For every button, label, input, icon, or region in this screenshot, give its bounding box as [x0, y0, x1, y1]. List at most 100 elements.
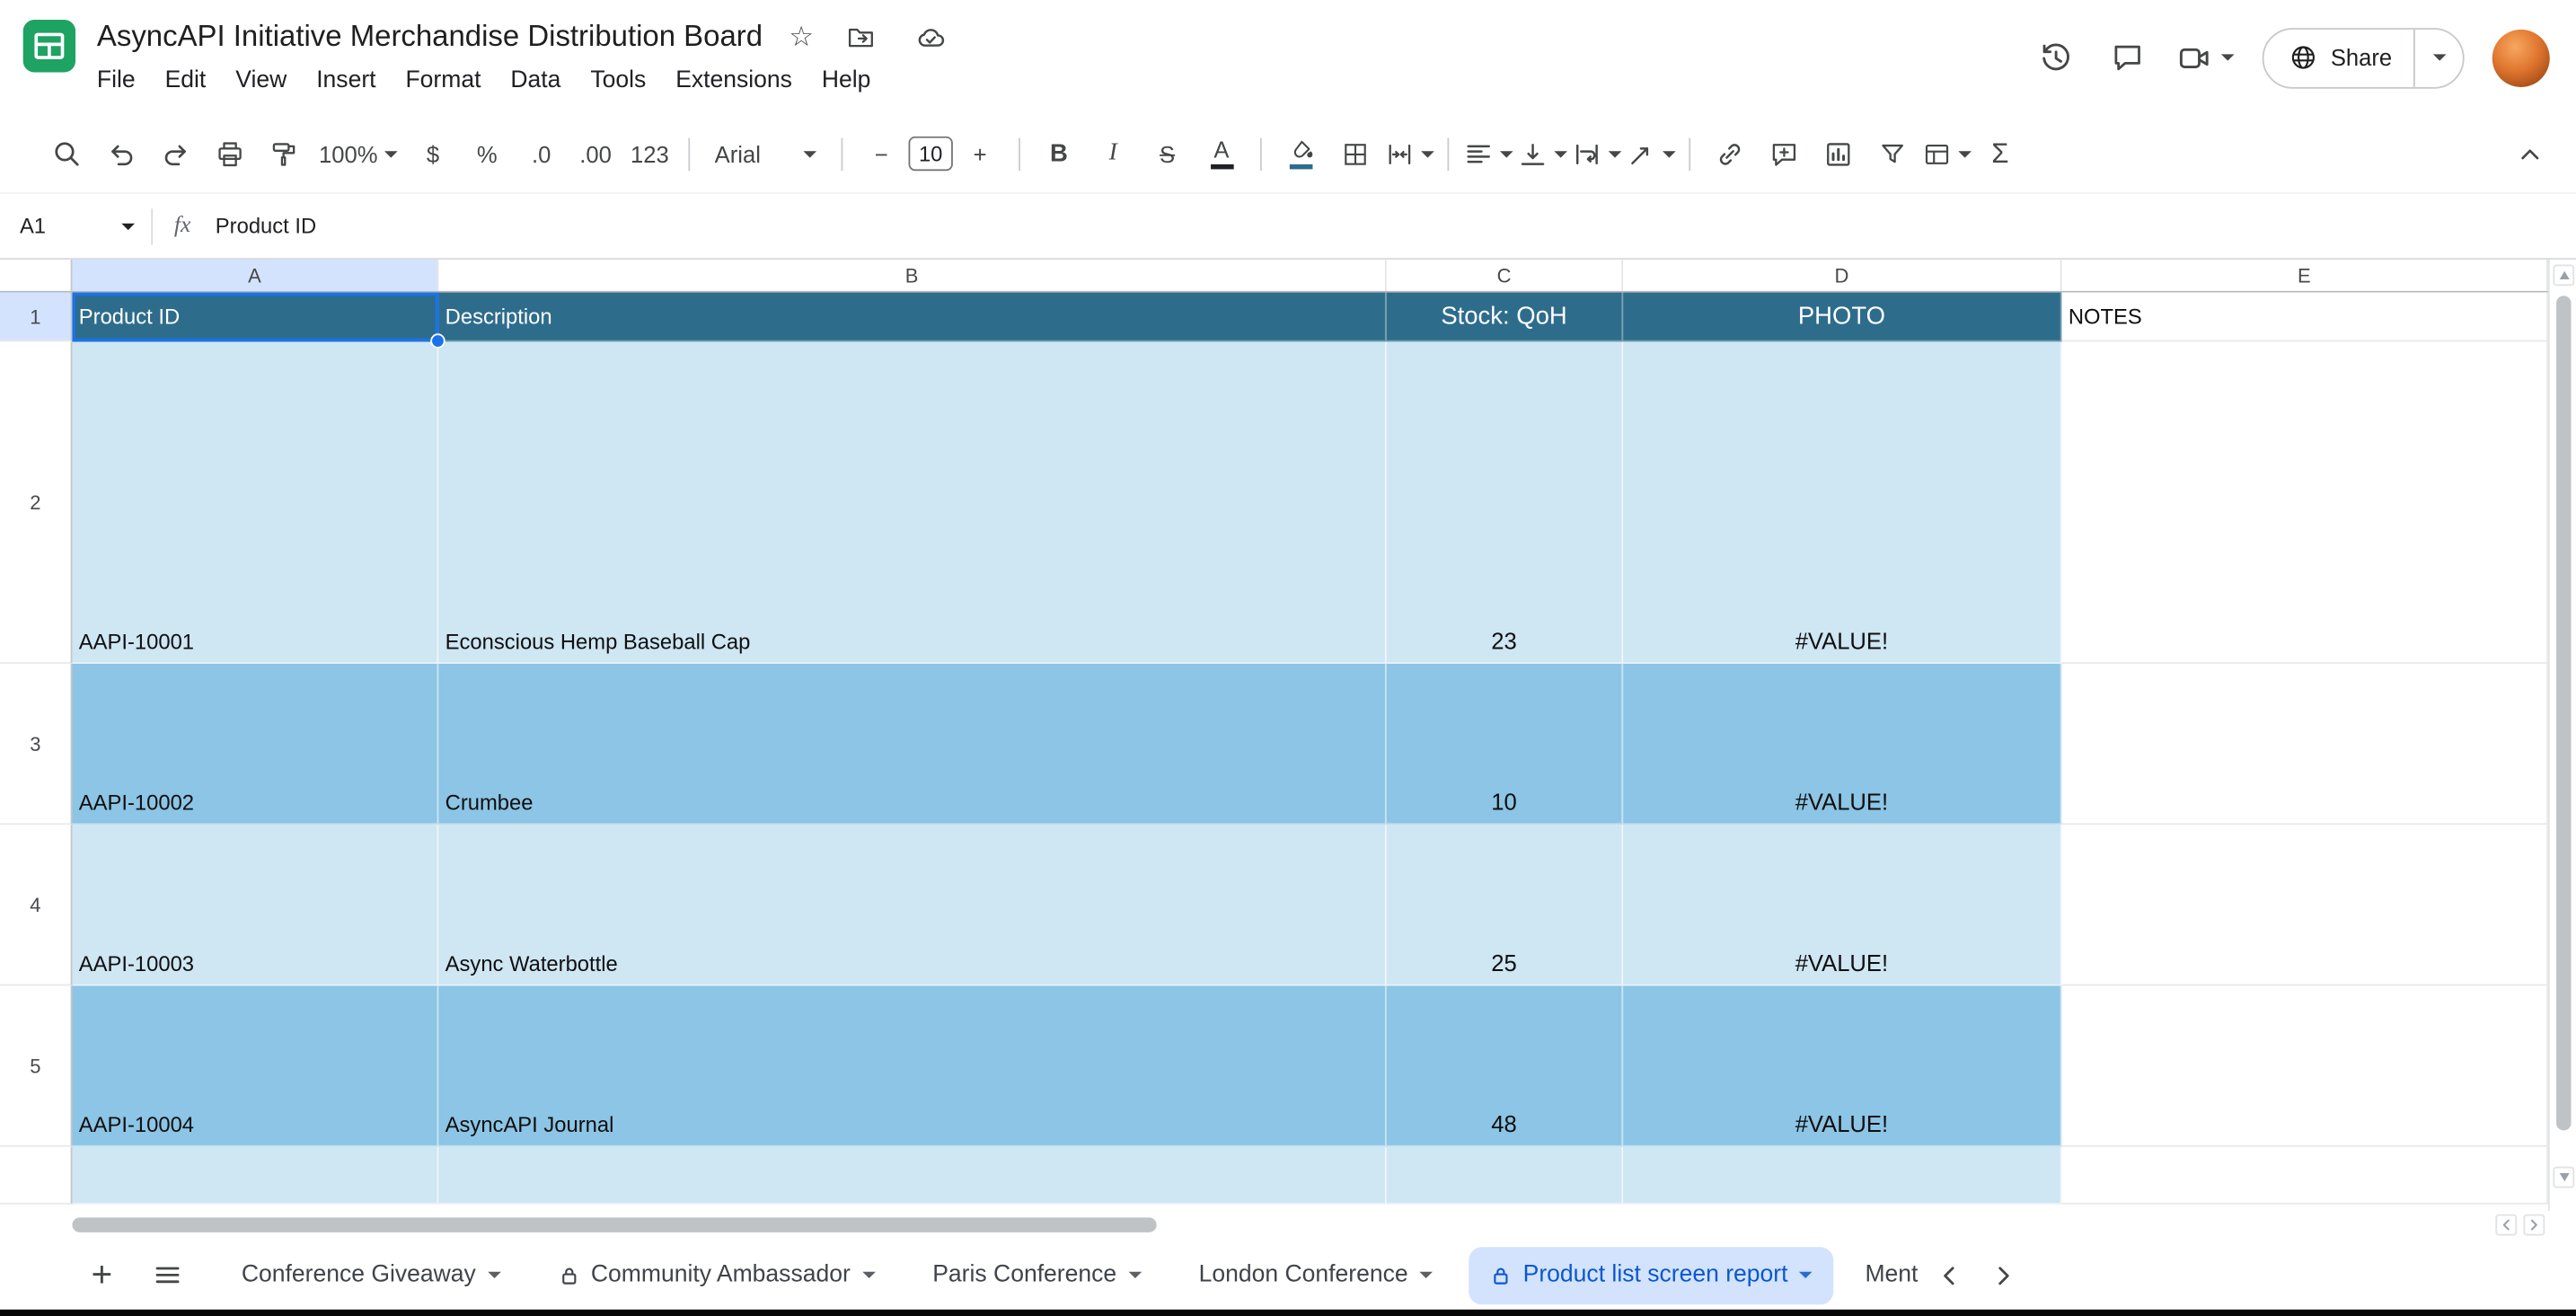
font-size-input[interactable]: 10 [908, 136, 953, 172]
row-header-2[interactable]: 2 [0, 341, 73, 664]
vertical-align-button[interactable] [1514, 129, 1568, 179]
cell-C2[interactable]: 23 [1386, 341, 1624, 664]
currency-format-button[interactable]: $ [406, 129, 460, 179]
version-history-button[interactable] [2035, 36, 2078, 79]
cell-C6[interactable] [1386, 1146, 1624, 1205]
text-rotation-button[interactable] [1623, 129, 1677, 179]
meet-dropdown-icon[interactable] [2220, 54, 2234, 61]
menu-view[interactable]: View [221, 64, 302, 97]
insert-link-button[interactable] [1702, 129, 1756, 179]
cell-C1[interactable]: Stock: QoH [1386, 292, 1624, 342]
menu-help[interactable]: Help [807, 64, 885, 97]
insert-chart-button[interactable] [1811, 129, 1865, 179]
text-color-button[interactable]: A [1195, 129, 1248, 179]
sheet-tab-truncated[interactable]: Ment [1844, 1246, 1919, 1303]
share-button[interactable]: Share [2263, 29, 2413, 86]
scroll-down-button[interactable] [2553, 1166, 2575, 1188]
menu-data[interactable]: Data [496, 64, 576, 97]
menu-edit[interactable]: Edit [150, 64, 221, 97]
comments-button[interactable] [2105, 36, 2148, 79]
sheet-tab-community-ambassador[interactable]: Community Ambassador [537, 1246, 896, 1303]
column-header-C[interactable]: C [1386, 259, 1624, 291]
formula-input[interactable]: Product ID [216, 214, 316, 238]
text-wrap-button[interactable] [1569, 129, 1623, 179]
star-button[interactable]: ☆ [789, 23, 814, 51]
horizontal-scrollbar[interactable] [0, 1211, 2576, 1241]
search-button[interactable] [40, 129, 93, 179]
name-box[interactable]: A1 [0, 194, 151, 258]
sheet-tab-conference-giveaway[interactable]: Conference Giveaway [220, 1246, 522, 1303]
column-header-E[interactable]: E [2061, 259, 2548, 291]
select-all-corner[interactable] [0, 259, 73, 291]
cell-C5[interactable]: 48 [1386, 985, 1624, 1147]
cell-A4[interactable]: AAPI-10003 [72, 825, 439, 986]
all-sheets-button[interactable] [145, 1252, 190, 1298]
tab-menu-icon[interactable] [1127, 1271, 1142, 1279]
row-header-3[interactable]: 3 [0, 663, 73, 826]
chevron-left-icon[interactable] [1936, 1261, 1963, 1289]
tab-menu-icon[interactable] [1799, 1271, 1813, 1279]
collapse-toolbar-button[interactable] [2502, 129, 2556, 179]
chevron-right-icon[interactable] [1989, 1261, 2017, 1289]
sheet-tab-london-conference[interactable]: London Conference [1178, 1246, 1454, 1303]
cell-D6[interactable] [1623, 1146, 2062, 1205]
cell-E2[interactable] [2061, 341, 2548, 664]
cell-E1[interactable]: NOTES [2061, 292, 2548, 342]
add-sheet-button[interactable]: + [79, 1252, 125, 1298]
tab-menu-icon[interactable] [861, 1271, 876, 1279]
cell-D2[interactable]: #VALUE! [1623, 341, 2062, 664]
cell-A6[interactable] [72, 1146, 439, 1205]
redo-button[interactable] [148, 129, 202, 179]
cell-A2[interactable]: AAPI-10001 [72, 341, 439, 664]
cell-A3[interactable]: AAPI-10002 [72, 663, 439, 826]
cell-C4[interactable]: 25 [1386, 825, 1624, 986]
more-formats-button[interactable]: 123 [622, 129, 676, 179]
cell-D3[interactable]: #VALUE! [1623, 663, 2062, 826]
cell-C3[interactable]: 10 [1386, 663, 1624, 826]
column-header-D[interactable]: D [1623, 259, 2062, 291]
horizontal-align-button[interactable] [1460, 129, 1514, 179]
horizontal-scroll-thumb[interactable] [72, 1217, 1157, 1232]
scroll-left-button[interactable] [2495, 1214, 2518, 1236]
undo-button[interactable] [93, 129, 147, 179]
cell-B2[interactable]: Econscious Hemp Baseball Cap [438, 341, 1387, 664]
cell-A1[interactable]: Product ID [72, 292, 439, 342]
row-header-6[interactable] [0, 1146, 73, 1205]
cell-B1[interactable]: Description [438, 292, 1387, 342]
document-status-button[interactable] [909, 15, 952, 58]
fill-handle[interactable] [430, 333, 446, 349]
scroll-right-button[interactable] [2523, 1214, 2545, 1236]
cell-A5[interactable]: AAPI-10004 [72, 985, 439, 1147]
fill-color-button[interactable] [1274, 129, 1328, 179]
print-button[interactable] [202, 129, 256, 179]
cell-D5[interactable]: #VALUE! [1623, 985, 2062, 1147]
strikethrough-button[interactable]: S [1140, 129, 1194, 179]
cell-B3[interactable]: Crumbee [438, 663, 1387, 826]
functions-button[interactable]: Σ [1973, 129, 2027, 179]
share-dropdown-button[interactable] [2413, 29, 2463, 87]
column-header-B[interactable]: B [438, 259, 1387, 291]
insert-comment-button[interactable] [1756, 129, 1810, 179]
borders-button[interactable] [1328, 129, 1381, 179]
menu-file[interactable]: File [82, 64, 150, 97]
cell-E6[interactable] [2061, 1146, 2548, 1205]
row-header-4[interactable]: 4 [0, 825, 73, 986]
row-header-5[interactable]: 5 [0, 985, 73, 1147]
increase-font-size-button[interactable]: + [953, 129, 1007, 179]
menu-extensions[interactable]: Extensions [661, 64, 807, 97]
vertical-scroll-thumb[interactable] [2556, 296, 2572, 1131]
cell-D4[interactable]: #VALUE! [1623, 825, 2062, 986]
create-filter-button[interactable] [1865, 129, 1919, 179]
sheets-home-button[interactable] [22, 19, 76, 72]
table-views-button[interactable] [1919, 129, 1972, 179]
italic-button[interactable]: I [1086, 129, 1140, 179]
sheet-tab-product-list-screen-report[interactable]: Product list screen report [1469, 1246, 1834, 1304]
tab-menu-icon[interactable] [487, 1271, 501, 1279]
cell-E3[interactable] [2061, 663, 2548, 826]
cell-E4[interactable] [2061, 825, 2548, 986]
row-header-1[interactable]: 1 [0, 292, 73, 342]
percent-format-button[interactable]: % [460, 129, 514, 179]
menu-tools[interactable]: Tools [576, 64, 661, 97]
bold-button[interactable]: B [1032, 129, 1086, 179]
column-header-A[interactable]: A [72, 259, 439, 291]
